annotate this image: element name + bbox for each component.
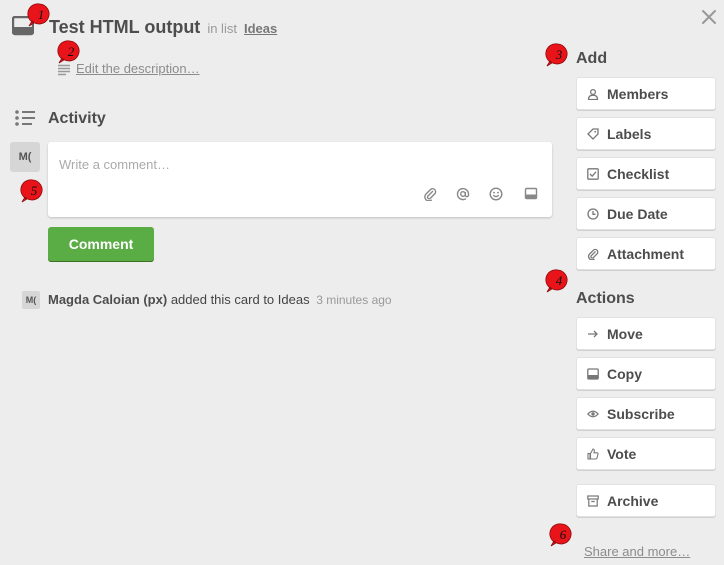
marker-2-label: 2 xyxy=(68,44,75,59)
checklist-label: Checklist xyxy=(607,165,670,182)
in-list-text: in list xyxy=(207,21,237,36)
activity-user[interactable]: Magda Caloian (px) xyxy=(48,292,167,307)
activity-action: added this card to Ideas xyxy=(170,292,310,307)
activity-icon xyxy=(14,109,36,127)
members-label: Members xyxy=(607,85,669,102)
activity-time[interactable]: 3 minutes ago xyxy=(316,293,391,307)
share-and-more-link[interactable]: Share and more… xyxy=(584,544,690,559)
due-date-button[interactable]: Due Date xyxy=(576,197,716,230)
eye-icon xyxy=(587,408,599,420)
marker-4-label: 4 xyxy=(556,273,563,288)
marker-1-label: 1 xyxy=(38,7,45,22)
activity-entry: Magda Caloian (px) added this card to Id… xyxy=(48,292,392,307)
list-link[interactable]: Ideas xyxy=(244,21,277,36)
checklist-button[interactable]: Checklist xyxy=(576,157,716,190)
add-section-title: Add xyxy=(576,50,608,67)
subscribe-button[interactable]: Subscribe xyxy=(576,397,716,430)
close-icon[interactable] xyxy=(700,8,718,26)
checklist-icon xyxy=(587,167,599,180)
annotation-marker-5: 5 xyxy=(20,178,46,204)
marker-6-label: 6 xyxy=(560,527,567,542)
move-label: Move xyxy=(607,325,643,342)
member-icon xyxy=(587,88,599,100)
vote-button[interactable]: Vote xyxy=(576,437,716,470)
archive-label: Archive xyxy=(607,492,659,509)
comment-input[interactable] xyxy=(48,142,552,186)
subscribe-label: Subscribe xyxy=(607,405,675,422)
paperclip-icon xyxy=(587,248,599,260)
card-copy-icon xyxy=(587,367,599,380)
label-icon xyxy=(587,127,599,140)
annotation-marker-1: 1 xyxy=(27,2,53,28)
comment-button[interactable]: Comment xyxy=(48,227,154,261)
marker-5-label: 5 xyxy=(31,183,38,198)
thumbs-up-icon xyxy=(587,447,599,460)
activity-title: Activity xyxy=(48,110,106,127)
arrow-right-icon xyxy=(587,328,599,340)
annotation-marker-2: 2 xyxy=(57,39,83,65)
members-button[interactable]: Members xyxy=(576,77,716,110)
archive-icon xyxy=(587,494,599,507)
activity-avatar[interactable]: M( xyxy=(22,291,40,309)
labels-label: Labels xyxy=(607,125,652,142)
card-title-text[interactable]: Test HTML output xyxy=(49,17,200,37)
emoji-icon[interactable] xyxy=(488,186,504,202)
copy-button[interactable]: Copy xyxy=(576,357,716,390)
card-attach-icon[interactable] xyxy=(523,186,539,202)
move-button[interactable]: Move xyxy=(576,317,716,350)
avatar[interactable]: M( xyxy=(10,142,40,172)
paperclip-icon[interactable] xyxy=(422,186,438,202)
due-date-label: Due Date xyxy=(607,205,668,222)
attachment-button[interactable]: Attachment xyxy=(576,237,716,270)
clock-icon xyxy=(587,207,599,220)
mention-icon[interactable] xyxy=(455,186,471,202)
actions-section-title: Actions xyxy=(576,290,635,307)
vote-label: Vote xyxy=(607,445,637,462)
edit-description-link[interactable]: Edit the description… xyxy=(76,61,200,76)
annotation-marker-6: 6 xyxy=(549,522,575,548)
annotation-marker-4: 4 xyxy=(545,268,571,294)
comment-box[interactable] xyxy=(48,142,552,217)
annotation-marker-3: 3 xyxy=(545,42,571,68)
archive-button[interactable]: Archive xyxy=(576,484,716,517)
attachment-label: Attachment xyxy=(607,245,685,262)
labels-button[interactable]: Labels xyxy=(576,117,716,150)
copy-label: Copy xyxy=(607,365,642,382)
card-title[interactable]: Test HTML output in list Ideas xyxy=(49,17,277,38)
marker-3-label: 3 xyxy=(555,47,563,62)
